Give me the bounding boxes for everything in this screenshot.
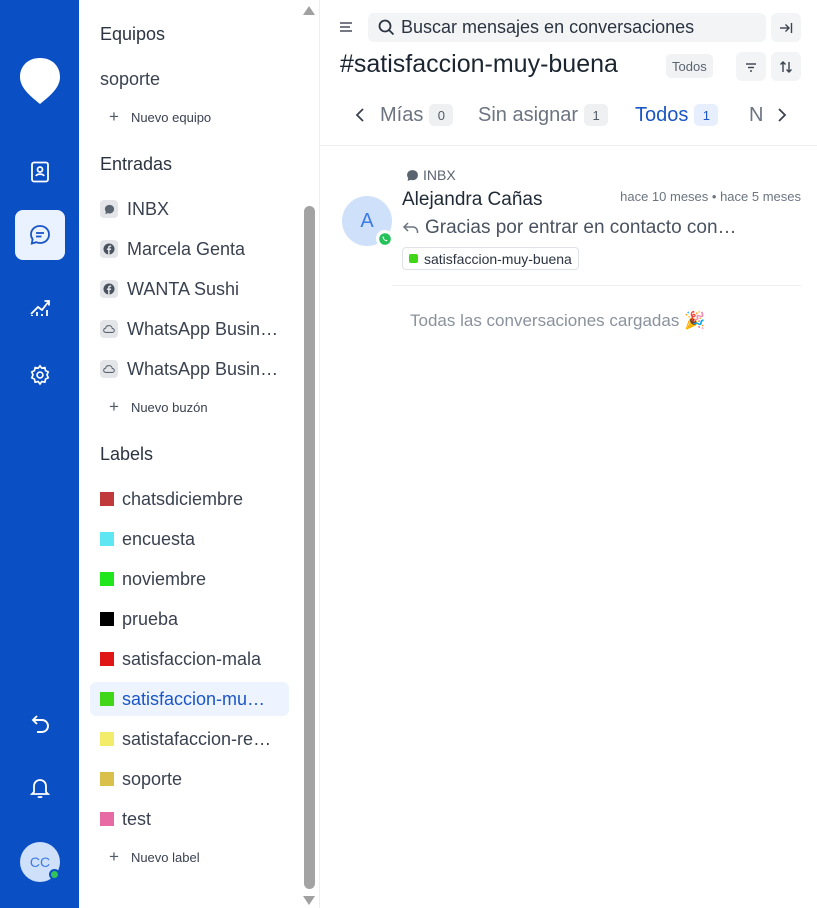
sidebar-inbox-whatsapp-2[interactable]: WhatsApp Business <box>100 356 279 382</box>
conversation-label-tag: satisfaccion-muy-buena <box>402 247 579 270</box>
sidebar-label-satistafaccion-regular[interactable]: satistafaccion-regular <box>100 726 274 752</box>
filter-button[interactable] <box>736 52 766 81</box>
chat-icon <box>100 200 118 218</box>
teams-heading: Equipos <box>100 24 166 44</box>
tab-count-badge: 0 <box>429 104 454 126</box>
bell-icon[interactable] <box>15 762 65 812</box>
sort-arrows-icon <box>780 60 792 73</box>
status-filter-badge[interactable]: Todos <box>666 54 713 78</box>
label-color-swatch <box>100 652 114 666</box>
plus-icon: + <box>109 107 119 126</box>
sidebar-team-soporte[interactable]: soporte <box>100 66 160 92</box>
label-color-swatch <box>100 532 114 546</box>
all-loaded-message: Todas las conversaciones cargadas 🎉 <box>410 311 706 330</box>
tab-todos[interactable]: Todos 1 <box>635 102 719 128</box>
tab-sin-asignar[interactable]: Sin asignar 1 <box>478 102 609 128</box>
new-team-button[interactable]: + Nuevo equipo <box>109 107 211 127</box>
label-color-swatch <box>100 732 114 746</box>
secondary-sidebar: Equipos soporte + Nuevo equipo Entradas I… <box>79 0 301 908</box>
chat-bubble-pin-logo[interactable] <box>20 56 60 106</box>
undo-icon[interactable] <box>15 698 65 748</box>
label-color-swatch <box>100 572 114 586</box>
cloud-icon <box>100 320 118 338</box>
chat-icon <box>407 169 418 181</box>
plus-icon: + <box>109 397 119 416</box>
chevron-right-icon[interactable] <box>772 103 792 127</box>
facebook-icon <box>100 280 118 298</box>
search-bar[interactable] <box>368 13 766 42</box>
new-label-button[interactable]: + Nuevo label <box>109 847 200 867</box>
chevron-left-icon[interactable] <box>350 103 370 127</box>
conversation-list-panel: #satisfaccion-muy-buena Todos Mías0 Sin … <box>320 0 817 908</box>
labels-heading: Labels <box>100 444 154 464</box>
sidebar-inbox-wanta-sushi[interactable]: WANTA Sushi <box>100 276 239 302</box>
scrollbar-thumb[interactable] <box>304 206 315 889</box>
page-title: #satisfaccion-muy-buena <box>340 50 618 78</box>
sidebar-label-soporte[interactable]: soporte <box>100 766 182 792</box>
sort-button[interactable] <box>771 52 801 81</box>
sidebar-label-chatsdiciembre[interactable]: chatsdiciembre <box>100 486 243 512</box>
arrow-to-right-icon <box>780 22 793 33</box>
cloud-icon <box>100 360 118 378</box>
sidebar-scrollbar[interactable] <box>301 0 319 908</box>
conversation-inbox: INBX <box>406 167 456 183</box>
plus-icon: + <box>109 847 119 866</box>
sidebar-label-satisfaccion-mala[interactable]: satisfaccion-mala <box>100 646 261 672</box>
sidebar-label-prueba[interactable]: prueba <box>100 606 178 632</box>
contacts-icon[interactable] <box>15 147 65 197</box>
label-color-swatch <box>100 812 114 826</box>
reports-icon[interactable] <box>15 281 65 331</box>
last-message-preview: Gracias por entrar en contacto con ellos <box>402 217 742 239</box>
label-color-swatch <box>100 612 114 626</box>
search-icon <box>378 19 395 36</box>
whatsapp-icon <box>376 230 393 247</box>
label-color-swatch <box>409 254 418 263</box>
conversation-timestamp: hace 10 meses • hace 5 meses <box>620 189 801 204</box>
settings-icon[interactable] <box>15 350 65 400</box>
tab-count-badge: 1 <box>584 104 609 126</box>
facebook-icon <box>100 240 118 258</box>
label-color-swatch <box>100 692 114 706</box>
label-color-swatch <box>100 772 114 786</box>
scroll-up-arrow-icon[interactable] <box>303 6 315 15</box>
menu-icon[interactable] <box>340 20 354 38</box>
conversations-icon[interactable] <box>15 210 65 260</box>
sidebar-inbox-inbx[interactable]: INBX <box>100 196 169 222</box>
label-color-swatch <box>100 492 114 506</box>
sidebar-label-test[interactable]: test <box>100 806 151 832</box>
divider <box>392 285 801 286</box>
search-input[interactable] <box>401 17 761 38</box>
contact-name: Alejandra Cañas <box>402 189 543 210</box>
sidebar-inbox-marcela-genta[interactable]: Marcela Genta <box>100 236 245 262</box>
new-inbox-button[interactable]: + Nuevo buzón <box>109 397 208 417</box>
online-status-dot <box>49 869 60 880</box>
tab-count-badge: 1 <box>694 104 719 126</box>
sidebar-label-satisfaccion-muy-buena[interactable]: satisfaccion-muy-buena <box>100 686 272 712</box>
divider <box>320 145 817 146</box>
conversation-card[interactable]: INBX A Alejandra Cañas hace 10 meses • h… <box>340 160 817 286</box>
scroll-down-arrow-icon[interactable] <box>303 896 315 905</box>
filter-icon <box>746 62 756 72</box>
tab-mias[interactable]: Mías 0 <box>380 102 454 128</box>
tab-overflow[interactable]: N <box>749 102 763 128</box>
sidebar-label-noviembre[interactable]: noviembre <box>100 566 206 592</box>
sidebar-inbox-whatsapp-1[interactable]: WhatsApp Business <box>100 316 279 342</box>
inboxes-heading: Entradas <box>100 154 173 174</box>
primary-sidebar: CC <box>0 0 79 908</box>
collapse-panel-button[interactable] <box>771 13 801 42</box>
sidebar-label-encuesta[interactable]: encuesta <box>100 526 195 552</box>
conversation-tabs: Mías 0 Sin asignar 1 Todos 1 N <box>320 98 817 134</box>
reply-icon <box>402 222 419 233</box>
